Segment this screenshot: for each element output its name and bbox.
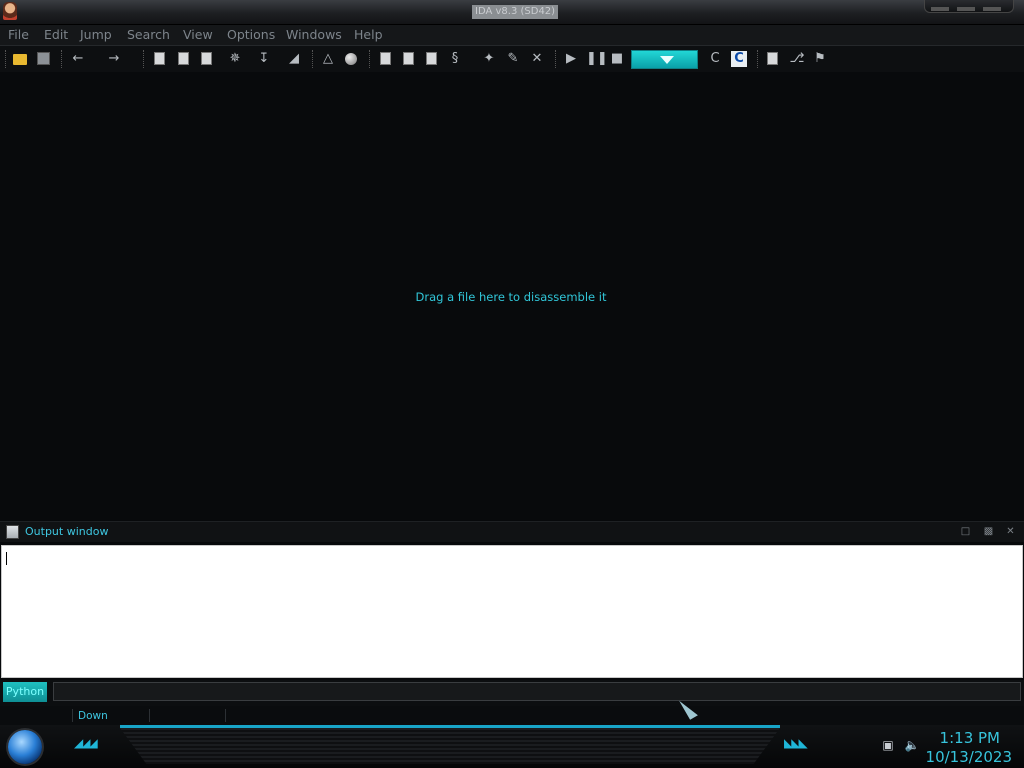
next-search-icon[interactable]: ✵ (227, 51, 243, 67)
output-text-area[interactable] (1, 545, 1023, 678)
python-button[interactable]: Python (3, 682, 47, 702)
menu-edit[interactable]: Edit (44, 27, 68, 43)
struct-icon[interactable]: § (447, 51, 463, 67)
edit-icon[interactable]: ✎ (505, 51, 521, 67)
document-icon (6, 525, 19, 539)
toolbar-separator (555, 50, 558, 68)
debugger-dropdown[interactable] (631, 50, 698, 69)
start-button[interactable] (8, 730, 42, 764)
warning-icon[interactable]: △ (320, 51, 336, 67)
flag-icon[interactable]: ⚑ (812, 51, 828, 67)
menu-search[interactable]: Search (127, 27, 170, 43)
drag-hint: Drag a file here to disassemble it (415, 290, 607, 304)
clock-date[interactable]: 10/13/2023 (926, 748, 1012, 766)
search-sequence-icon[interactable]: ◢ (286, 51, 302, 67)
menu-windows[interactable]: Windows (286, 27, 342, 43)
text-caret (6, 552, 7, 565)
toolbar-separator (312, 50, 315, 68)
taskbar-glow (120, 725, 780, 728)
search-text-icon[interactable] (176, 51, 192, 67)
menu-view[interactable]: View (183, 27, 213, 43)
toolbar-separator (143, 50, 146, 68)
back-icon[interactable]: ← (70, 51, 86, 67)
play-icon[interactable]: ▶ (563, 51, 579, 67)
toolbar-separator (5, 50, 8, 68)
menu-help[interactable]: Help (354, 27, 383, 43)
output-window-header: Output window □ ▩ ✕ (0, 521, 1024, 542)
title-bar: IDA v8.3 (SD42) (0, 0, 1024, 25)
string-icon[interactable] (424, 51, 440, 67)
code-icon[interactable] (378, 51, 394, 67)
float-icon[interactable]: ▩ (983, 526, 994, 537)
app-icon[interactable] (3, 2, 17, 20)
toolbar-separator (369, 50, 372, 68)
graph-icon[interactable]: ⎇ (789, 51, 805, 67)
search-immediate-icon[interactable] (199, 51, 215, 67)
volume-icon[interactable]: 🔈 (904, 738, 920, 752)
taskbar: ◢◢◢ ◣◣◣ ▣ 🔈 1:13 PM 10/13/2023 (0, 725, 1024, 768)
toolbar-separator (757, 50, 760, 68)
close-icon[interactable]: ✕ (1005, 526, 1016, 537)
search-binary-icon[interactable] (152, 51, 168, 67)
window-icon[interactable] (765, 51, 781, 67)
plugin-icon[interactable]: ✦ (481, 51, 497, 67)
decompile-icon[interactable]: C (731, 51, 747, 67)
taskbar-task-area[interactable] (120, 728, 780, 764)
status-separator (149, 709, 150, 722)
menu-options[interactable]: Options (227, 27, 275, 43)
clock-time[interactable]: 1:13 PM (940, 729, 1000, 747)
open-icon[interactable] (12, 51, 28, 67)
command-bar: Python (0, 680, 1024, 706)
command-input[interactable] (53, 682, 1021, 701)
restore-icon[interactable]: □ (960, 526, 971, 537)
chevron-decor-icon: ◢◢◢ (74, 736, 98, 750)
status-separator (225, 709, 226, 722)
menu-file[interactable]: File (8, 27, 29, 43)
menu-jump[interactable]: Jump (80, 27, 112, 43)
chevron-decor-icon: ◣◣◣ (784, 736, 808, 750)
toolbar-separator (61, 50, 64, 68)
circle-icon[interactable] (343, 51, 359, 67)
data-icon[interactable] (401, 51, 417, 67)
jump-down-icon[interactable]: ↧ (256, 51, 272, 67)
toolbar: ← → ✵ ↧ ◢ △ § ✦ ✎ ✕ ▶ ❚❚ ■ C C ⎇ ⚑ (0, 46, 1024, 72)
stop-icon[interactable]: ■ (609, 51, 625, 67)
status-separator (72, 709, 73, 722)
pause-icon[interactable]: ❚❚ (586, 51, 608, 67)
window-title: IDA v8.3 (SD42) (472, 5, 559, 19)
forward-icon[interactable]: → (106, 51, 122, 67)
status-text: Down (78, 710, 108, 722)
chevron-down-icon (660, 56, 674, 64)
output-window-title: Output window (25, 525, 109, 538)
network-icon[interactable]: ▣ (880, 738, 896, 752)
close-x-icon[interactable]: ✕ (529, 51, 545, 67)
disassembly-area[interactable]: Drag a file here to disassemble it (0, 72, 1024, 520)
save-icon[interactable] (36, 51, 52, 67)
c-icon[interactable]: C (707, 51, 723, 67)
status-bar: Down (0, 706, 1024, 725)
window-controls[interactable] (924, 0, 1014, 13)
menu-bar: File Edit Jump Search View Options Windo… (0, 25, 1024, 46)
